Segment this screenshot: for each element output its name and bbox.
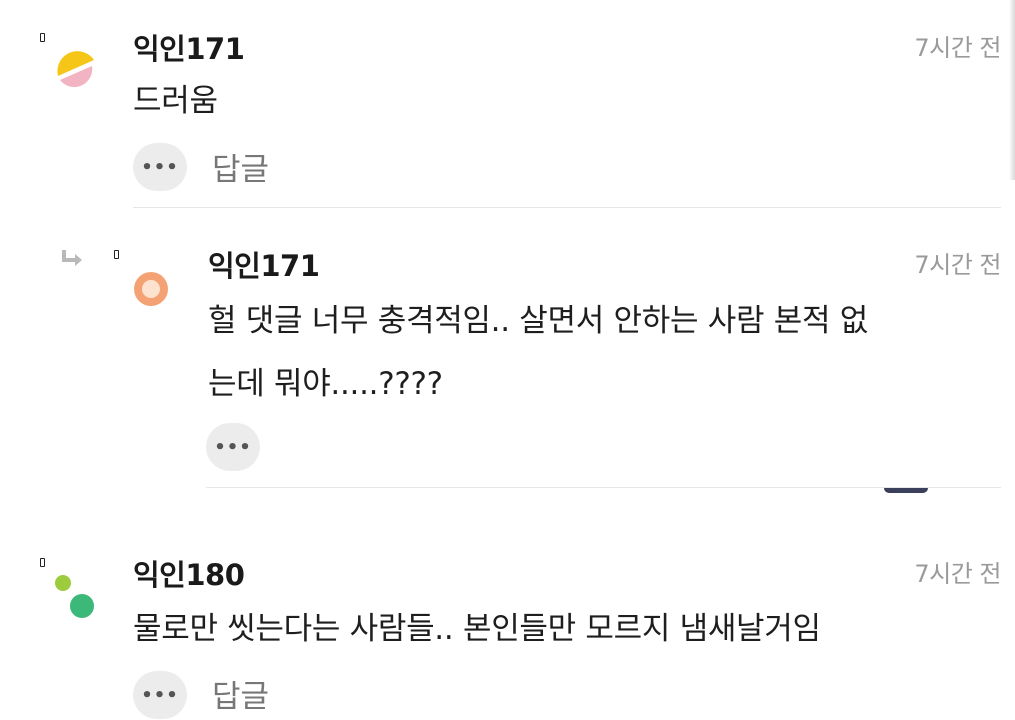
more-options-button[interactable]: ••• [133, 671, 187, 719]
timestamp: 7시간 전 [914, 34, 1001, 62]
author-name[interactable]: 익인171 [133, 26, 245, 68]
avatar[interactable] [132, 270, 170, 308]
comment-text-line-1: 헐 댓글 너무 충격적임.. 살면서 안하는 사람 본적 없 [208, 303, 868, 339]
comment-marker-icon [114, 250, 119, 259]
author-name[interactable]: 익인180 [133, 552, 245, 594]
comment-3: 익인180 7시간 전 물로만 씻는다는 사람들.. 본인들만 모르지 냄새날거… [0, 530, 1015, 720]
more-dots-icon: ••• [214, 436, 252, 458]
timestamp: 7시간 전 [914, 251, 1001, 279]
comment-text: 드러움 [133, 83, 218, 119]
reply-button[interactable]: 답글 [212, 671, 269, 716]
more-options-button[interactable]: ••• [133, 143, 187, 191]
comment-marker-icon [40, 33, 45, 42]
avatar[interactable] [54, 574, 98, 620]
author-name[interactable]: 익인171 [208, 243, 320, 285]
more-options-button[interactable]: ••• [206, 423, 260, 471]
timestamp: 7시간 전 [914, 560, 1001, 588]
reply-arrow-icon [62, 250, 82, 266]
comment-marker-icon [40, 558, 45, 567]
comment-text-line-2: 는데 뭐야.....???? [208, 366, 443, 402]
comment-text: 물로만 씻는다는 사람들.. 본인들만 모르지 냄새날거임 [133, 611, 821, 647]
more-dots-icon: ••• [141, 684, 179, 706]
comment-1: 익인171 7시간 전 드러움 ••• 답글 [0, 0, 1015, 210]
divider [133, 207, 1001, 208]
avatar[interactable] [52, 46, 96, 96]
comment-reply: 익인171 7시간 전 헐 댓글 너무 충격적임.. 살면서 안하는 사람 본적… [0, 210, 1015, 490]
partial-element [884, 488, 928, 493]
reply-button[interactable]: 답글 [212, 144, 269, 189]
divider [206, 487, 1001, 488]
more-dots-icon: ••• [141, 156, 179, 178]
